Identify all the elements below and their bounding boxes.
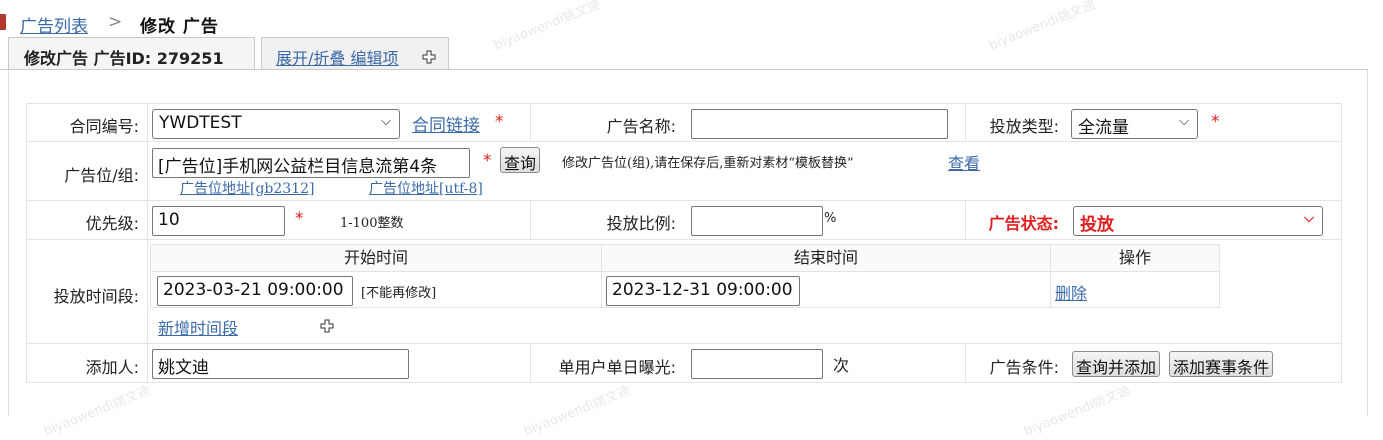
chevron-down-icon: ⌵ [381, 114, 391, 129]
view-link[interactable]: 查看 [948, 150, 980, 174]
priority-label: 优先级: [85, 214, 139, 233]
priority-hint: 1-100整数 [340, 216, 404, 231]
position-address-utf8-link[interactable]: 广告位地址[utf-8] [369, 178, 483, 198]
form-row-creator: 添加人: 姚文迪 单用户单日曝光: 次 广告条件: 查询并添加 添加赛事条件 [26, 343, 1342, 383]
form-row-priority: 优先级: 10 * 1-100整数 投放比例: % 广告状态: 投放 ⌵ [26, 200, 1342, 239]
end-time-input[interactable]: 2023-12-31 09:00:00 [606, 276, 800, 306]
tab-toggle-label: 展开/折叠 编辑项 [276, 49, 399, 68]
daily-exposure-input[interactable] [691, 349, 823, 379]
table-row: 删除 [1051, 272, 1219, 308]
add-time-slot-link[interactable]: 新增时间段 [158, 315, 238, 339]
required-mark: * [495, 112, 504, 132]
ad-name-input[interactable] [691, 109, 948, 139]
time-slots-table: 开始时间 结束时间 操作 2023-03-21 09:00:00 [不能再修改]… [150, 244, 1220, 308]
priority-input[interactable]: 10 [152, 206, 285, 236]
watermark: biyaowendi姚文迪 [492, 0, 603, 54]
required-mark: * [295, 209, 304, 229]
position-input[interactable]: [广告位]手机网公益栏目信息流第4条 [152, 148, 470, 178]
delete-time-slot-link[interactable]: 删除 [1055, 280, 1087, 304]
start-time-input[interactable]: 2023-03-21 09:00:00 [157, 276, 353, 306]
ad-status-select[interactable]: 投放 ⌵ [1073, 206, 1323, 236]
contract-label: 合同编号: [69, 117, 139, 136]
start-time-note: [不能再修改] [361, 286, 437, 301]
ad-status-label: 广告状态: [988, 214, 1059, 233]
daily-exposure-label: 单用户单日曝光: [558, 358, 676, 377]
tab-edit-ad[interactable]: 修改广告 广告ID: 279251 [8, 37, 255, 70]
table-row: 2023-03-21 09:00:00 [不能再修改] [151, 272, 602, 308]
add-event-condition-button[interactable]: 添加赛事条件 [1169, 351, 1274, 377]
tab-edit-ad-label: 修改广告 广告ID: 279251 [24, 49, 224, 68]
chevron-down-icon: ⌵ [1179, 114, 1189, 129]
form-row-contract: 合同编号: YWDTEST ⌵ 合同链接 * 广告名称: 投放类型: 全流量 ⌵ * [26, 103, 1342, 141]
book-icon [0, 14, 6, 30]
query-and-add-button[interactable]: 查询并添加 [1072, 351, 1161, 377]
conditions-label: 广告条件: [989, 358, 1059, 377]
contract-select[interactable]: YWDTEST ⌵ [152, 109, 400, 139]
query-position-button[interactable]: 查询 [500, 147, 541, 173]
ad-name-label: 广告名称: [606, 117, 676, 136]
delivery-ratio-label: 投放比例: [606, 214, 676, 233]
delivery-ratio-input[interactable] [691, 206, 823, 236]
delivery-type-label: 投放类型: [989, 117, 1059, 136]
breadcrumb-parent-link[interactable]: 广告列表 [20, 12, 88, 37]
move-cursor-icon [320, 319, 334, 333]
required-mark: * [483, 151, 492, 171]
contract-link[interactable]: 合同链接 [412, 111, 480, 136]
form-row-position: 广告位/组: [广告位]手机网公益栏目信息流第4条 * 查询 修改广告位(组),… [26, 141, 1342, 200]
breadcrumb-current: 修改 广告 [140, 17, 219, 37]
position-label: 广告位/组: [64, 166, 139, 185]
table-row: 2023-12-31 09:00:00 [602, 272, 1051, 308]
form-row-time-slots: 投放时间段: 开始时间 结束时间 操作 2023-03-21 09:00:00 … [26, 239, 1342, 343]
chevron-down-icon: ⌵ [1304, 211, 1314, 226]
column-header-start: 开始时间 [151, 245, 602, 272]
delivery-type-select[interactable]: 全流量 ⌵ [1071, 109, 1198, 139]
percent-unit: % [824, 211, 837, 226]
time-slots-label: 投放时间段: [53, 287, 139, 306]
exposure-unit: 次 [833, 356, 850, 375]
tab-toggle-edit-items[interactable]: 展开/折叠 编辑项 [261, 37, 449, 70]
position-note: 修改广告位(组),请在保存后,重新对素材“模板替换” [562, 156, 854, 171]
position-address-gb2312-link[interactable]: 广告位地址[gb2312] [180, 178, 314, 198]
creator-label: 添加人: [85, 358, 139, 377]
watermark: biyaowendi姚文迪 [987, 0, 1098, 54]
column-header-end: 结束时间 [602, 245, 1051, 272]
column-header-action: 操作 [1051, 245, 1219, 272]
move-cursor-icon [422, 50, 436, 64]
breadcrumb-separator: > [108, 12, 123, 32]
creator-input[interactable]: 姚文迪 [152, 349, 409, 379]
required-mark: * [1211, 112, 1220, 132]
